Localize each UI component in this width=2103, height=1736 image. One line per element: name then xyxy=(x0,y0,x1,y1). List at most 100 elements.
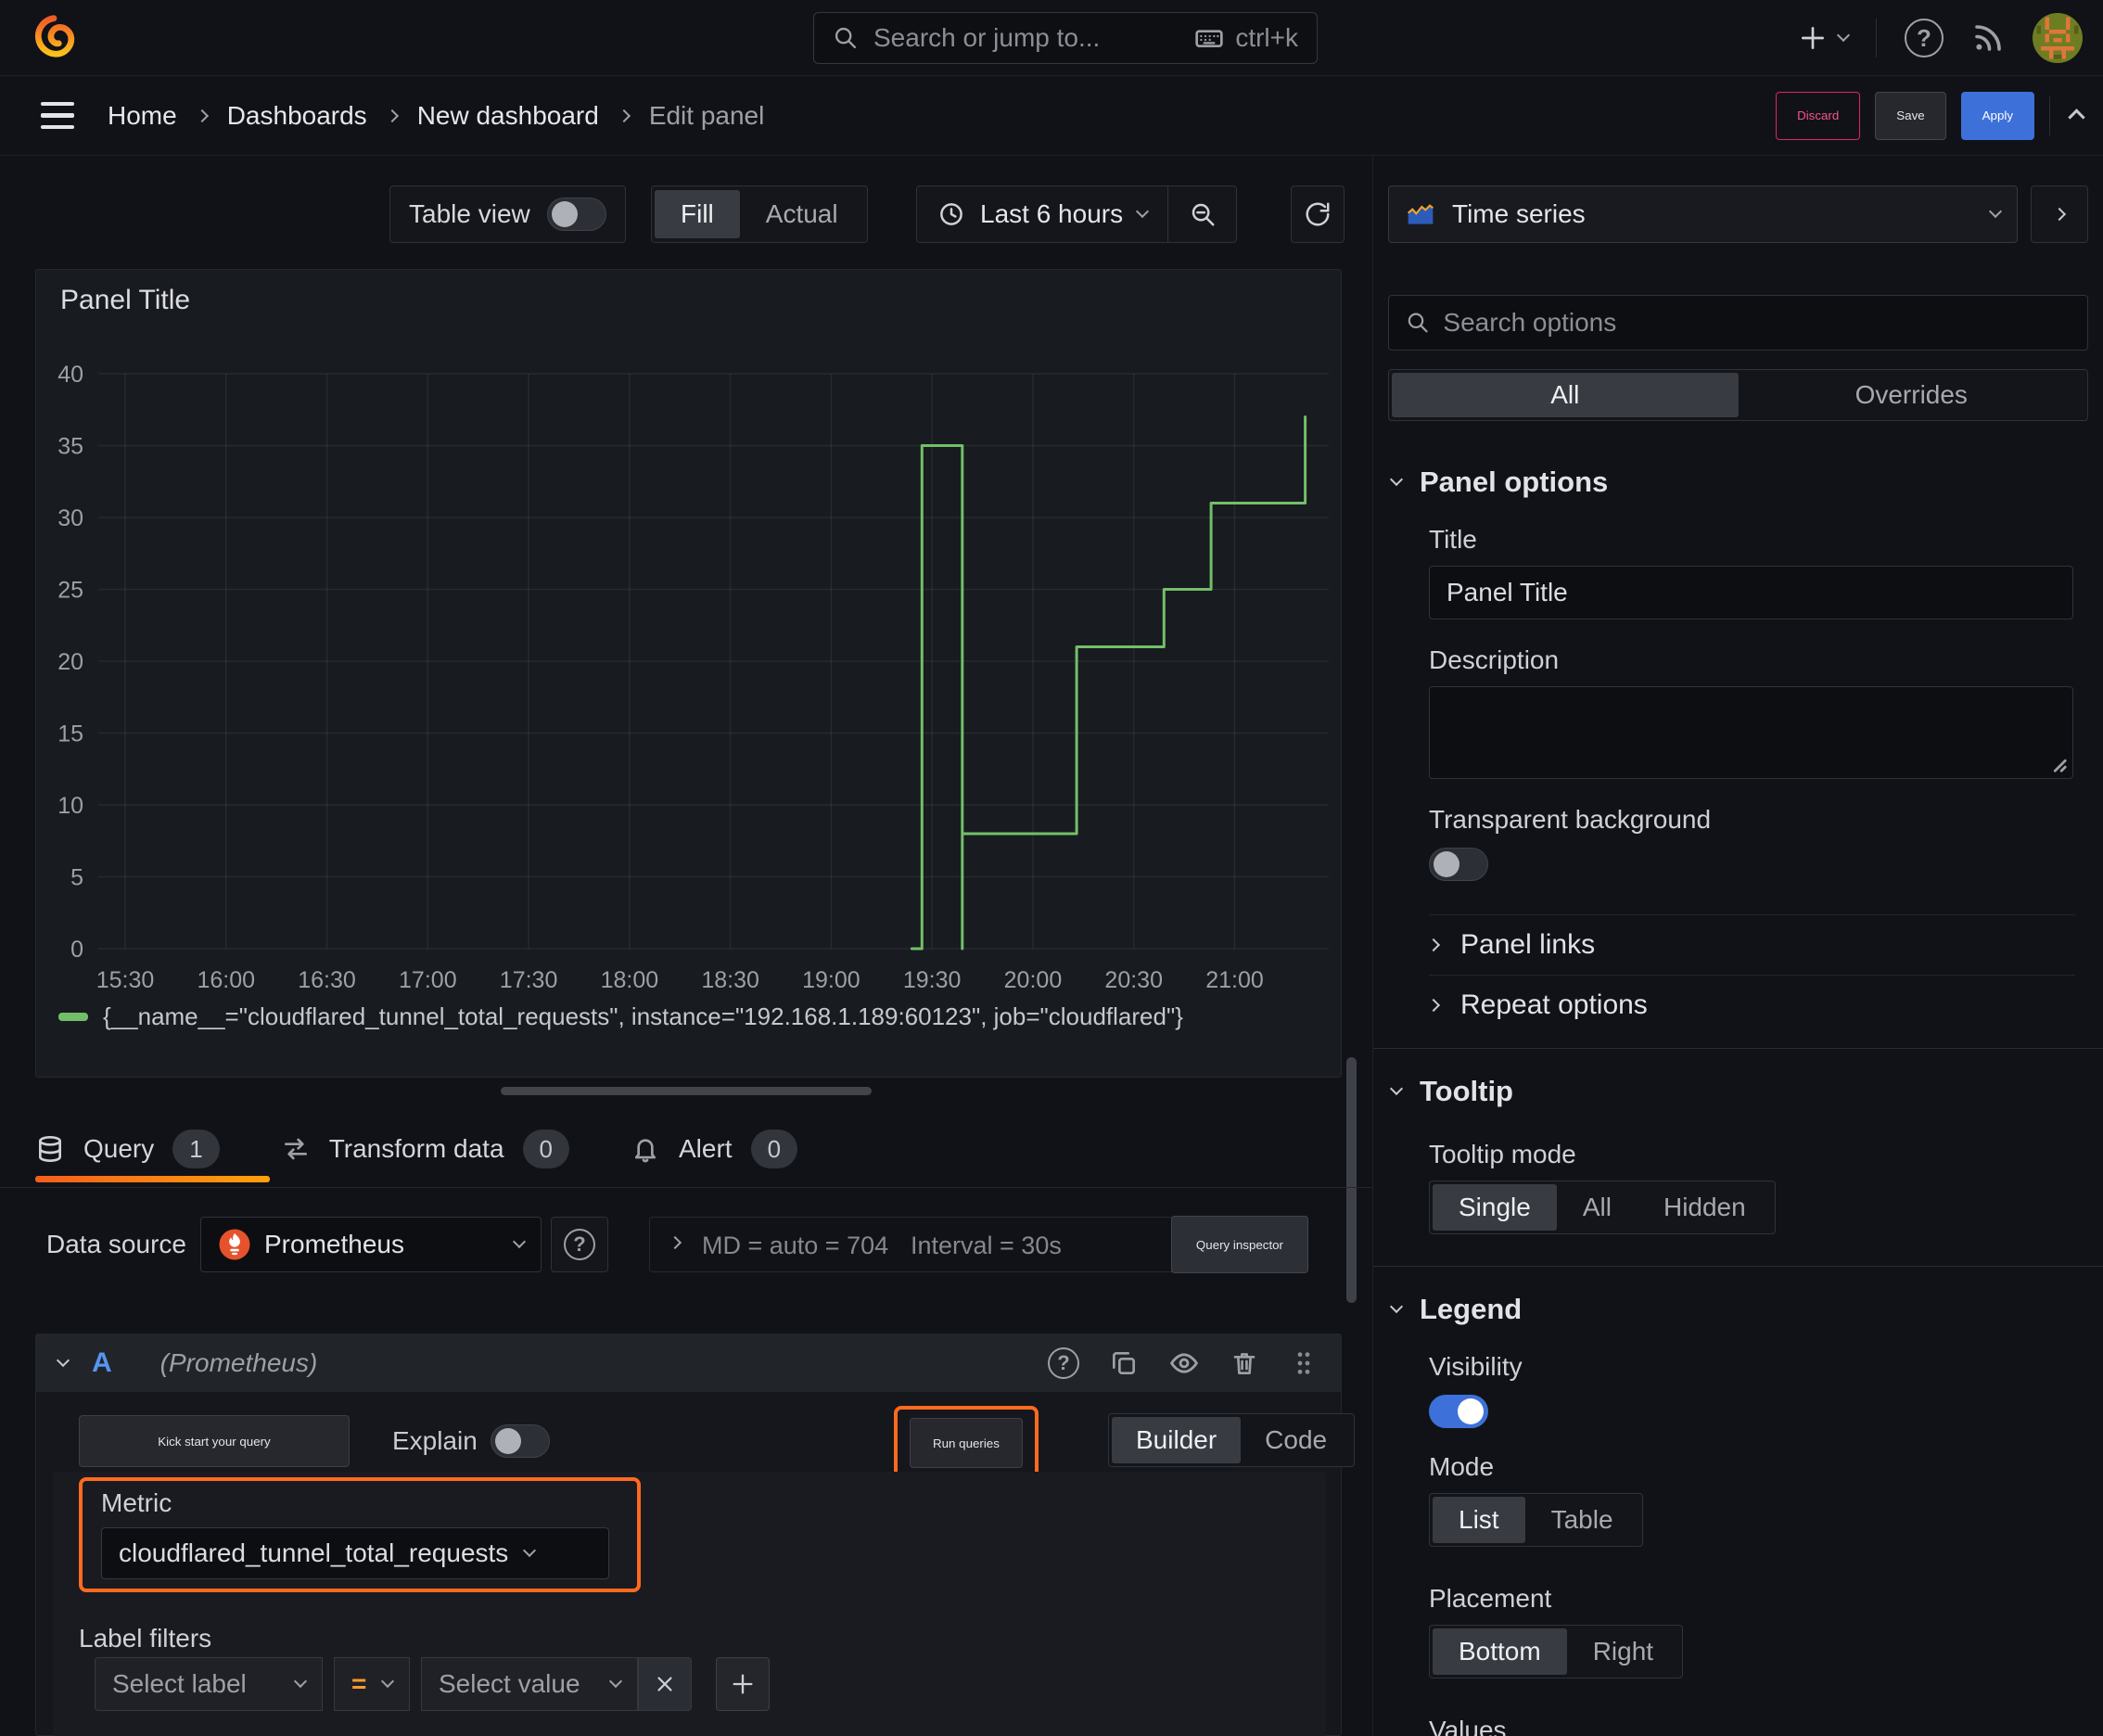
visualization-picker[interactable]: Time series xyxy=(1388,185,2018,243)
trash-icon[interactable] xyxy=(1230,1348,1259,1378)
operator-dropdown[interactable]: = xyxy=(334,1657,410,1711)
panel-options-title: Panel options xyxy=(1420,466,1609,498)
drag-handle-icon[interactable] xyxy=(1289,1348,1319,1378)
panel-links-label: Panel links xyxy=(1460,929,1596,960)
panel-links-section[interactable]: Panel links xyxy=(1426,915,2103,975)
eye-icon[interactable] xyxy=(1168,1347,1200,1379)
operator-value: = xyxy=(351,1669,367,1698)
tooltip-all-option[interactable]: All xyxy=(1557,1184,1638,1231)
tooltip-single-option[interactable]: Single xyxy=(1433,1184,1557,1231)
fill-actual-segment: Fill Actual xyxy=(651,185,868,243)
repeat-options-section[interactable]: Repeat options xyxy=(1426,976,2103,1035)
kick-start-query-button[interactable]: Kick start your query xyxy=(79,1415,350,1467)
query-options-row[interactable]: MD = auto = 704 Interval = 30s Query ins… xyxy=(649,1216,1308,1273)
resize-corner-icon[interactable] xyxy=(2047,753,2068,773)
save-button[interactable]: Save xyxy=(1875,91,1946,140)
news-rss-icon[interactable] xyxy=(1971,21,2005,55)
breadcrumb: Home Dashboards New dashboard Edit panel xyxy=(108,101,764,131)
tab-alert[interactable]: Alert 0 xyxy=(631,1130,798,1168)
interval: Interval = 30s xyxy=(911,1232,1062,1259)
legend-swatch xyxy=(58,1013,88,1021)
run-queries-button[interactable]: Run queries xyxy=(910,1418,1023,1468)
grafana-logo[interactable] xyxy=(32,15,76,59)
title-input[interactable] xyxy=(1447,578,2056,607)
fill-option[interactable]: Fill xyxy=(655,190,740,238)
menu-icon[interactable] xyxy=(41,101,74,130)
query-row-header[interactable]: A (Prometheus) xyxy=(36,1334,1341,1392)
refresh-button[interactable] xyxy=(1291,185,1345,243)
global-search-input[interactable]: Search or jump to... ctrl+k xyxy=(813,12,1318,64)
select-label-dropdown[interactable]: Select label xyxy=(95,1657,323,1711)
svg-text:17:30: 17:30 xyxy=(500,967,558,993)
datasource-label: Data source xyxy=(46,1230,186,1258)
help-icon[interactable] xyxy=(1048,1347,1079,1379)
chevron-down-icon xyxy=(56,1353,70,1368)
time-range-picker[interactable]: Last 6 hours xyxy=(917,186,1167,242)
tooltip-hidden-option[interactable]: Hidden xyxy=(1638,1184,1772,1231)
metric-highlight: Metric cloudflared_tunnel_total_requests xyxy=(79,1477,641,1592)
tab-transform[interactable]: Transform data 0 xyxy=(281,1130,569,1168)
chevron-right-icon xyxy=(668,1235,682,1250)
table-view-toggle[interactable] xyxy=(546,198,606,231)
tooltip-header[interactable]: Tooltip xyxy=(1389,1075,2103,1108)
panel-title[interactable]: Panel Title xyxy=(60,285,190,316)
svg-text:20: 20 xyxy=(57,649,83,675)
pane-resize-handle[interactable] xyxy=(501,1087,872,1095)
builder-option[interactable]: Builder xyxy=(1112,1417,1242,1463)
query-inspector-button[interactable]: Query inspector xyxy=(1170,1216,1308,1273)
actual-option[interactable]: Actual xyxy=(740,190,864,238)
breadcrumb-dashboards[interactable]: Dashboards xyxy=(227,101,367,131)
metric-select[interactable]: cloudflared_tunnel_total_requests xyxy=(101,1527,609,1579)
transform-icon xyxy=(284,1138,307,1160)
select-label-placeholder: Select label xyxy=(112,1669,247,1698)
tab-transform-badge: 0 xyxy=(522,1130,569,1168)
zoom-out-button[interactable] xyxy=(1167,186,1236,242)
help-icon[interactable] xyxy=(1905,19,1944,57)
legend-visibility-toggle[interactable] xyxy=(1429,1395,1488,1428)
collapse-header-icon[interactable] xyxy=(2068,108,2085,126)
panel-options-header[interactable]: Panel options xyxy=(1389,466,2103,499)
select-value-dropdown[interactable]: Select value xyxy=(421,1657,638,1711)
chevron-down-icon xyxy=(512,1234,527,1249)
breadcrumb-home[interactable]: Home xyxy=(108,101,177,131)
remove-filter-button[interactable] xyxy=(638,1657,692,1711)
divider xyxy=(1876,19,1877,57)
search-options-input[interactable] xyxy=(1443,308,2071,338)
breadcrumb-new-dashboard[interactable]: New dashboard xyxy=(417,101,599,131)
panel-preview: Panel Title 0 5 10 15 20 25 30 35 40 15:30 16:00 16… xyxy=(35,269,1342,1078)
code-option[interactable]: Code xyxy=(1241,1417,1351,1463)
legend-bottom-option[interactable]: Bottom xyxy=(1433,1628,1567,1675)
search-options-field[interactable] xyxy=(1388,295,2088,351)
explain-toggle[interactable] xyxy=(491,1424,550,1458)
legend-mode-label: Mode xyxy=(1429,1452,1495,1481)
description-field[interactable] xyxy=(1429,686,2073,779)
chevron-right-icon xyxy=(1426,938,1441,952)
discard-button[interactable]: Discard xyxy=(1776,91,1861,140)
scrollbar-thumb[interactable] xyxy=(1346,1057,1357,1303)
duplicate-icon[interactable] xyxy=(1109,1348,1139,1378)
user-avatar[interactable] xyxy=(2033,13,2083,63)
tab-overrides[interactable]: Overrides xyxy=(1739,373,2085,417)
legend-list-option[interactable]: List xyxy=(1433,1497,1525,1543)
label-filters-row: Select label = Select value xyxy=(95,1657,770,1711)
add-filter-button[interactable] xyxy=(716,1657,770,1711)
search-shortcut: ctrl+k xyxy=(1235,23,1298,52)
transparent-background-toggle[interactable] xyxy=(1429,848,1488,881)
datasource-picker[interactable]: Prometheus xyxy=(200,1217,542,1272)
datasource-help-button[interactable] xyxy=(551,1217,608,1272)
legend-table-option[interactable]: Table xyxy=(1525,1497,1639,1543)
chevron-down-icon xyxy=(1136,204,1150,219)
chart-legend[interactable]: {__name__="cloudflared_tunnel_total_requ… xyxy=(58,1002,1183,1031)
legend-right-option[interactable]: Right xyxy=(1567,1628,1679,1675)
zoom-out-icon xyxy=(1192,203,1215,226)
apply-button[interactable]: Apply xyxy=(1960,91,2034,140)
add-new-button[interactable] xyxy=(1798,23,1851,53)
legend-header[interactable]: Legend xyxy=(1389,1293,2103,1326)
tab-all[interactable]: All xyxy=(1392,373,1739,417)
title-field xyxy=(1429,566,2073,619)
collapse-options-button[interactable] xyxy=(2031,185,2088,243)
tab-query[interactable]: Query 1 xyxy=(35,1130,220,1168)
help-icon xyxy=(564,1229,595,1260)
chevron-right-icon xyxy=(1426,998,1441,1013)
query-editor-card: A (Prometheus) Kick start your query Exp… xyxy=(35,1334,1356,1736)
